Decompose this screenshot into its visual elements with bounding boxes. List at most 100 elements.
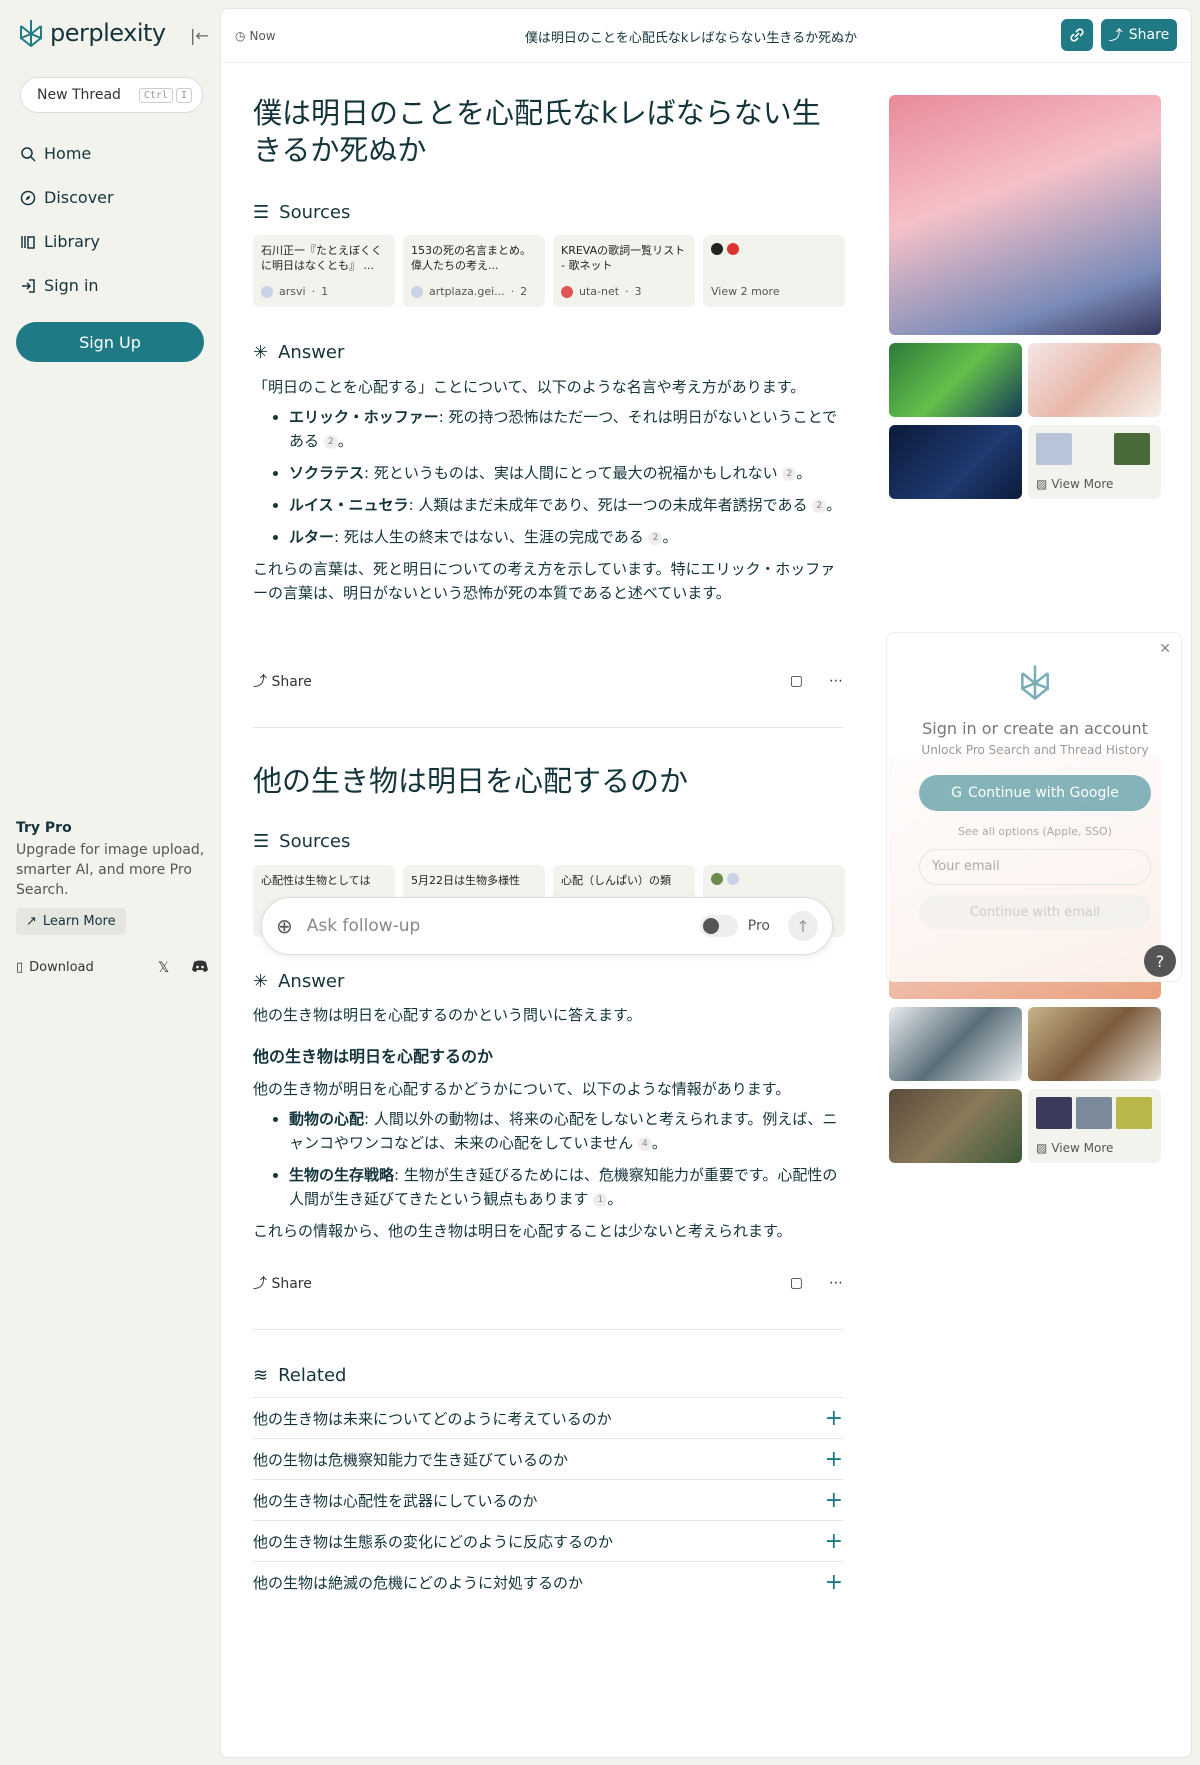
source-card[interactable]: KREVAの歌詞一覧リスト - 歌ネット uta-net · 3 <box>553 235 695 307</box>
quote-author: ルター <box>289 528 335 546</box>
related-item[interactable]: 他の生き物は未来についてどのように考えているのか + <box>253 1397 843 1438</box>
share-label: Share <box>271 1276 312 1292</box>
submit-button[interactable]: ↑ <box>788 911 818 941</box>
quote-author: ソクラテス <box>289 464 365 482</box>
modal-logo-icon <box>887 663 1183 705</box>
source-card[interactable]: 石川正一『たとえぼくくに明日はなくとも』 ... arsvi · 1 <box>253 235 395 307</box>
related-item[interactable]: 他の生き物は心配性を武器にしているのか + <box>253 1479 843 1520</box>
section-divider <box>253 727 843 728</box>
shortcut-key-i: I <box>175 87 192 103</box>
sidebar-item-sign-in[interactable]: Sign in <box>20 276 99 295</box>
answer-actions-1: ⤴ Share ▢ ⋯ <box>253 671 843 691</box>
timestamp-label: Now <box>249 29 276 43</box>
collapse-sidebar-icon[interactable]: |← <box>190 26 209 45</box>
view-more-images-1[interactable]: ▨ View More <box>1028 425 1161 499</box>
citation[interactable]: 4 <box>637 1136 652 1151</box>
citation[interactable]: 2 <box>323 434 338 449</box>
thumbnail <box>1116 1097 1152 1129</box>
more-options-icon[interactable]: ⋯ <box>829 673 843 689</box>
favicon-icon <box>561 285 573 298</box>
logo[interactable]: perplexity <box>18 18 166 48</box>
quote-author: ルイス・ニュセラ <box>289 496 409 514</box>
try-pro-title: Try Pro <box>16 820 72 836</box>
continue-with-email-button[interactable]: Continue with email <box>919 895 1151 929</box>
sidebar-item-label: Discover <box>44 188 114 207</box>
citation[interactable]: 2 <box>812 498 827 513</box>
image-result[interactable] <box>1028 343 1161 417</box>
sidebar-item-discover[interactable]: Discover <box>20 188 114 207</box>
citation[interactable]: 2 <box>782 466 797 481</box>
share-answer-button[interactable]: ⤴ Share <box>253 1273 312 1293</box>
sidebar-item-library[interactable]: Library <box>20 232 100 251</box>
source-site: arsvi <box>279 285 306 298</box>
sources-header-1: ☰ Sources <box>253 202 350 223</box>
image-result[interactable] <box>1028 1007 1161 1081</box>
copy-link-button[interactable] <box>1061 19 1093 51</box>
download-label: Download <box>29 960 94 975</box>
google-label: Continue with Google <box>967 785 1119 801</box>
image-result[interactable] <box>889 343 1022 417</box>
clock-icon: ◷ <box>235 29 246 43</box>
answer-list: エリック・ホッファー: 死の持つ恐怖はただ一つ、それは明日がないということである… <box>289 405 843 549</box>
copy-icon[interactable]: ▢ <box>790 1275 803 1291</box>
favicon-icon <box>726 243 739 255</box>
bullet-text: : 人間以外の動物は、将来の心配をしないと考えられます。例えば、ニャンコやワンコ… <box>289 1110 838 1152</box>
related-item[interactable]: 他の生物は危機察知能力で生き延びているのか + <box>253 1438 843 1479</box>
learn-more-button[interactable]: ↗ Learn More <box>16 908 126 935</box>
plus-icon: + <box>824 1405 843 1431</box>
list-item: 生物の生存戦略: 生物が生き延びるためには、危機察知能力が重要です。心配性の人間… <box>289 1163 843 1211</box>
more-options-icon[interactable]: ⋯ <box>829 1275 843 1291</box>
list-item: ルター: 死は人生の終末ではない、生涯の完成である 2。 <box>289 525 843 549</box>
image-result[interactable] <box>889 425 1022 499</box>
follow-up-input[interactable]: Ask follow-up <box>307 916 700 936</box>
x-twitter-icon[interactable]: 𝕏 <box>158 960 169 976</box>
new-thread-button[interactable]: New Thread Ctrl I <box>20 77 203 113</box>
new-thread-label: New Thread <box>37 87 121 103</box>
shortcut-key-ctrl: Ctrl <box>138 87 173 103</box>
shortcut-keys: Ctrl I <box>138 87 192 103</box>
share-button[interactable]: ⤴ Share <box>1101 19 1177 51</box>
quote-text: : 人類はまだ未成年であり、死は一つの未成年者誘拐である <box>408 496 808 514</box>
answer-intro: 他の生き物は明日を心配するのかという問いに答えます。 <box>253 1006 642 1024</box>
all-options-link[interactable]: See all options (Apple, SSO) <box>887 825 1183 838</box>
image-result[interactable] <box>889 95 1161 335</box>
image-result[interactable] <box>889 1089 1022 1163</box>
download-button[interactable]: ▯ Download <box>16 960 94 975</box>
related-list: 他の生き物は未来についてどのように考えているのか + 他の生物は危機察知能力で生き… <box>253 1397 843 1602</box>
sign-in-icon <box>22 278 35 293</box>
answer-icon: ✳ <box>253 342 269 363</box>
continue-with-google-button[interactable]: G Continue with Google <box>919 775 1151 811</box>
source-title: 石川正一『たとえぼくくに明日はなくとも』 ... <box>261 244 382 272</box>
share-icon: ⤴ <box>253 1276 267 1292</box>
pro-toggle[interactable] <box>699 915 738 937</box>
view-more-label: View More <box>1051 1141 1114 1155</box>
image-result[interactable] <box>889 1007 1022 1081</box>
citation[interactable]: 2 <box>648 530 663 545</box>
sign-up-button[interactable]: Sign Up <box>16 322 204 362</box>
list-item: 動物の心配: 人間以外の動物は、将来の心配をしないと考えられます。例えば、ニャン… <box>289 1107 843 1155</box>
sidebar-item-home[interactable]: Home <box>20 144 91 163</box>
help-button[interactable]: ? <box>1144 945 1176 977</box>
plus-icon: + <box>824 1487 843 1513</box>
share-answer-button[interactable]: ⤴ Share <box>253 671 312 691</box>
view-more-images-2[interactable]: ▨ View More <box>1028 1089 1161 1163</box>
list-item: ルイス・ニュセラ: 人類はまだ未成年であり、死は一つの未成年者誘拐である 2。 <box>289 493 843 517</box>
pro-label: Pro <box>747 918 770 934</box>
discord-icon[interactable] <box>192 960 208 976</box>
sources-label: Sources <box>279 202 351 223</box>
email-field[interactable]: Your email <box>919 849 1151 885</box>
section-divider <box>253 1329 843 1330</box>
citation[interactable]: 1 <box>593 1192 608 1207</box>
attach-plus-icon[interactable]: ⊕ <box>276 914 293 938</box>
view-more-sources-card[interactable]: View 2 more <box>703 235 845 307</box>
question-heading-1: 僕は明日のことを心配氏なkレばならない生きるか死ぬか <box>253 96 821 167</box>
close-icon[interactable]: ✕ <box>1159 641 1171 657</box>
thread-title: 僕は明日のことを心配氏なkレばならない生きるか死ぬか <box>524 31 858 46</box>
answer-icon: ✳ <box>253 971 269 992</box>
related-item[interactable]: 他の生物は絶滅の危機にどのように対処するのか + <box>253 1561 843 1602</box>
copy-icon[interactable]: ▢ <box>790 673 803 689</box>
plus-icon: + <box>824 1528 843 1554</box>
source-card[interactable]: 153の死の名言まとめ。偉人たちの考え... artplaza.gei... · 2 <box>403 235 545 307</box>
answer-conclusion: これらの言葉は、死と明日についての考え方を示しています。特にエリック・ホッファー… <box>253 560 836 602</box>
related-item[interactable]: 他の生き物は生態系の変化にどのように反応するのか + <box>253 1520 843 1561</box>
